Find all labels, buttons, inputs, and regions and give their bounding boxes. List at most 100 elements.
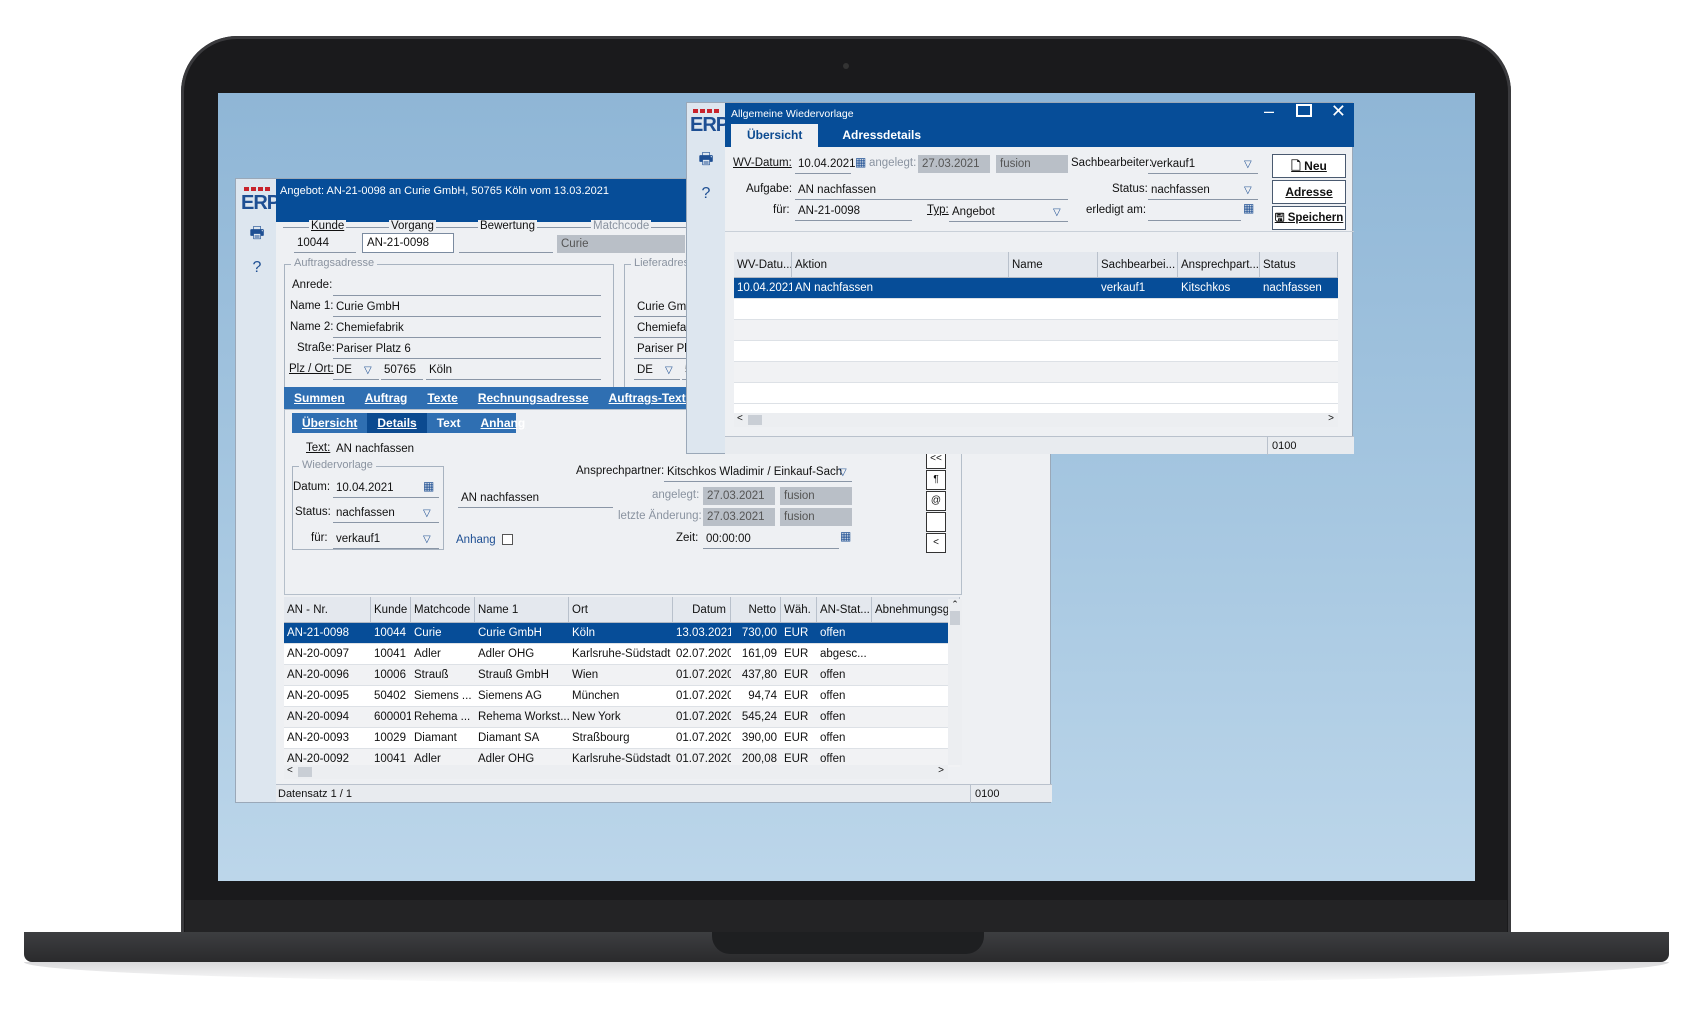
plz-field[interactable]: 50765 — [381, 362, 423, 380]
chevron-down-icon[interactable]: ▽ — [1053, 207, 1065, 218]
chevron-down-icon[interactable]: ▽ — [423, 508, 435, 519]
minimize-icon[interactable]: – — [1264, 101, 1274, 122]
name1-field[interactable]: Curie GmbH — [333, 299, 601, 317]
column-header[interactable]: Wäh. — [781, 597, 817, 622]
subtab-uebersicht[interactable]: Übersicht — [292, 413, 367, 433]
calendar-icon[interactable]: ▦ — [855, 155, 866, 169]
wv-datum-field[interactable]: 10.04.2021 — [795, 156, 856, 174]
column-header[interactable]: Datum — [673, 597, 731, 622]
scroll-thumb[interactable] — [950, 611, 960, 625]
erledigt-field[interactable] — [1148, 203, 1241, 221]
dialog-tab-adressdetails[interactable]: Adressdetails — [818, 124, 945, 147]
scroll-thumb[interactable] — [748, 415, 762, 425]
table-cell — [1260, 383, 1338, 403]
adresse-button[interactable]: Adresse — [1272, 180, 1346, 204]
neu-button[interactable]: 🗋 Neu — [1272, 154, 1346, 178]
help-icon[interactable]: ? — [695, 183, 717, 205]
table-row[interactable] — [734, 383, 1338, 404]
table-cell: abgesc... — [820, 648, 867, 660]
column-header[interactable]: Name — [1009, 252, 1098, 277]
scroll-left-icon[interactable]: < — [737, 413, 743, 424]
horizontal-scrollbar[interactable]: < > — [734, 413, 1338, 427]
calendar-icon[interactable]: ▦ — [840, 529, 851, 543]
calendar-icon[interactable]: ▦ — [423, 479, 434, 493]
maximize-icon[interactable] — [1296, 104, 1312, 117]
paragraph-button[interactable]: ¶ — [926, 470, 946, 490]
vorgang-field[interactable]: AN-21-0098 — [362, 233, 454, 253]
ort-field[interactable]: Köln — [426, 362, 601, 380]
chevron-down-icon[interactable]: ▽ — [1244, 159, 1256, 170]
email-button[interactable]: @ — [926, 491, 946, 511]
close-icon[interactable]: ✕ — [1331, 101, 1346, 122]
column-header[interactable]: WV-Datu... — [734, 252, 792, 277]
chevron-down-icon[interactable]: ▽ — [839, 467, 851, 478]
kunde-field[interactable]: 10044 — [294, 235, 356, 253]
column-header[interactable]: Abnehmungsgr — [872, 597, 960, 622]
chevron-down-icon[interactable]: ▽ — [1244, 185, 1256, 196]
help-icon[interactable]: ? — [246, 257, 268, 279]
chevron-down-icon[interactable]: ▽ — [423, 534, 435, 545]
column-header[interactable]: Netto — [731, 597, 781, 622]
scroll-left-icon[interactable]: < — [287, 765, 293, 776]
column-header[interactable]: Sachbearbei... — [1098, 252, 1178, 277]
tab-summen[interactable]: Summen — [284, 387, 355, 409]
table-row[interactable] — [734, 341, 1338, 362]
column-header[interactable]: AN - Nr. — [284, 597, 371, 622]
name2-field[interactable]: Chemiefabrik — [333, 320, 601, 338]
bewertung-field[interactable] — [459, 235, 553, 253]
ansprechpartner-select[interactable]: Kitschkos Wladimir / Einkauf-Sach — [664, 464, 852, 482]
scroll-up-icon[interactable]: ⌃ — [948, 599, 962, 610]
scroll-right-icon[interactable]: > — [1328, 413, 1334, 424]
column-header[interactable]: Ansprechpart... — [1178, 252, 1260, 277]
print-icon[interactable]: 🖶 — [695, 149, 717, 171]
tab-texte[interactable]: Texte — [417, 387, 467, 409]
table-row[interactable]: AN-20-0097 10041 Adler Adler OHG Karlsruhe-S… — [284, 644, 960, 665]
calendar-icon[interactable]: ▦ — [1243, 201, 1254, 215]
chevron-down-icon[interactable]: ▽ — [665, 365, 677, 376]
column-header[interactable]: AN-Stat... — [817, 597, 872, 622]
dialog-tab-uebersicht[interactable]: Übersicht — [731, 124, 819, 147]
column-header[interactable]: Kunde — [371, 597, 411, 622]
table-row[interactable]: AN-20-0093 10029 Diamant Diamant SA Straßbou… — [284, 728, 960, 749]
column-header[interactable]: Name 1 — [475, 597, 569, 622]
zeit-field[interactable]: 00:00:00 — [703, 531, 839, 549]
subtab-anhang[interactable]: Anhang — [471, 413, 536, 433]
horizontal-scrollbar[interactable]: < > — [284, 765, 948, 779]
text-field[interactable]: AN nachfassen — [333, 441, 723, 459]
column-header[interactable]: Ort — [569, 597, 673, 622]
sachbearbeiter-select[interactable]: verkauf1 — [1148, 156, 1258, 174]
table-row[interactable]: AN-20-0096 10006 Strauß Strauß GmbH Wien 01.0… — [284, 665, 960, 686]
chevron-down-icon[interactable]: ▽ — [364, 365, 376, 376]
table-row[interactable] — [734, 320, 1338, 341]
vertical-scrollbar[interactable]: ⌃ — [948, 599, 962, 765]
tab-rechnungsadresse[interactable]: Rechnungsadresse — [468, 387, 599, 409]
scroll-right-icon[interactable]: > — [938, 765, 944, 776]
table-row[interactable]: 10.04.2021 AN nachfassen verkauf1 Kitschkos… — [734, 278, 1338, 299]
print-icon[interactable]: 🖶 — [246, 223, 268, 245]
table-row[interactable] — [734, 299, 1338, 320]
speichern-button[interactable]: 🖫 Speichern — [1272, 206, 1346, 230]
subtab-text[interactable]: Text — [427, 413, 471, 433]
tab-auftrag[interactable]: Auftrag — [355, 387, 418, 409]
column-header[interactable]: Matchcode — [411, 597, 475, 622]
column-header[interactable]: Aktion — [792, 252, 1009, 277]
table-row[interactable]: AN-21-0098 10044 Curie Curie GmbH Köln 13.03.… — [284, 623, 960, 644]
prev-button[interactable]: < — [926, 533, 946, 553]
dialog-fuer-field[interactable]: AN-21-0098 — [795, 203, 912, 221]
anrede-field[interactable] — [333, 278, 601, 296]
column-header[interactable]: Status — [1260, 252, 1338, 277]
anhang-checkbox[interactable] — [502, 534, 513, 545]
table-row[interactable]: AN-20-0095 50402 Siemens ... Siemens AG Münc… — [284, 686, 960, 707]
table-cell: Kitschkos — [1181, 282, 1231, 294]
strasse-field[interactable]: Pariser Platz 6 — [333, 341, 601, 359]
scroll-thumb[interactable] — [298, 767, 312, 777]
subtab-details[interactable]: Details — [367, 413, 427, 433]
typ-select[interactable]: Angebot — [949, 204, 1068, 222]
table-row[interactable] — [734, 362, 1338, 383]
table-row[interactable]: AN-20-0094 600001 Rehema ... Rehema Workst.… — [284, 707, 960, 728]
blank-button[interactable] — [926, 512, 946, 532]
table-cell: Siemens AG — [478, 690, 542, 702]
table-cell — [734, 362, 792, 382]
dialog-status-select[interactable]: nachfassen — [1148, 182, 1258, 200]
aufgabe-field[interactable]: AN nachfassen — [795, 182, 1068, 200]
